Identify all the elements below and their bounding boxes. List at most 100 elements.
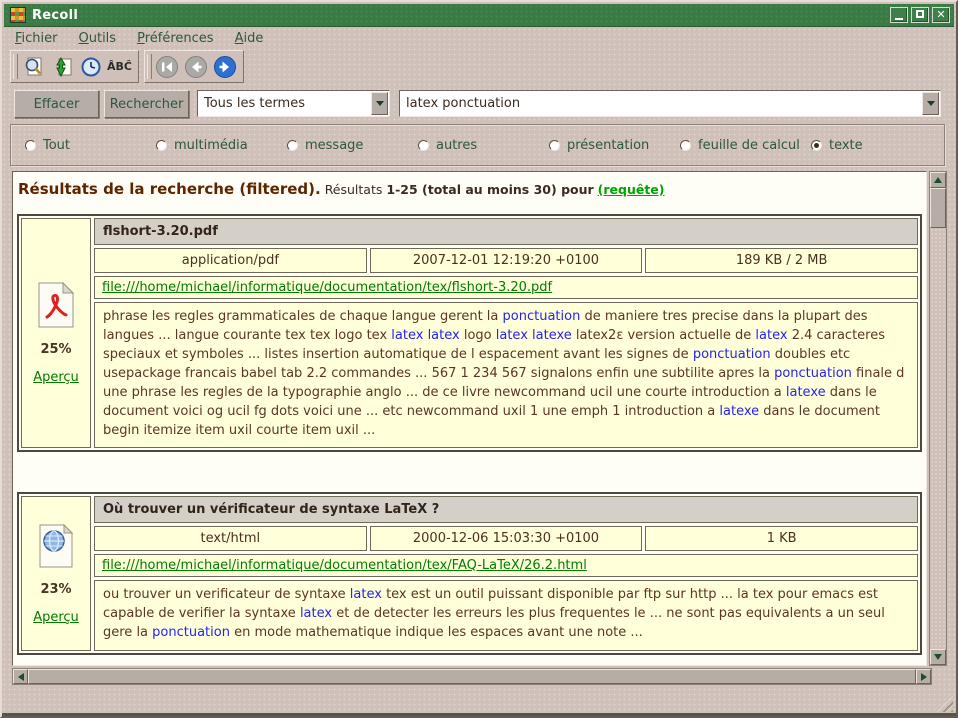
recoll-window: Recoll ✕ Fichier Outils Préférences Aide	[0, 0, 958, 718]
first-page-button[interactable]	[153, 54, 180, 80]
filter-option-feuille-de-calcul[interactable]: feuille de calcul	[680, 138, 811, 153]
term-explorer-button[interactable]: ÂBĈ	[106, 54, 133, 80]
results-summary-detail: 1-25 (total au moins 30) pour	[386, 182, 593, 197]
maximize-icon	[916, 10, 924, 18]
radio-icon[interactable]	[418, 140, 429, 151]
html-file-icon	[37, 523, 75, 569]
scroll-down-button[interactable]	[930, 649, 946, 665]
filter-option-message[interactable]: message	[287, 138, 418, 153]
highlighted-term: latexe	[719, 404, 759, 419]
highlighted-term: ponctuation	[774, 366, 852, 381]
clear-button[interactable]: Effacer	[14, 90, 99, 118]
filter-option-label: multimédia	[174, 138, 248, 153]
radio-icon[interactable]	[680, 140, 691, 151]
recoll-app-icon	[10, 7, 26, 23]
radio-icon[interactable]	[549, 140, 560, 151]
filter-option-label: présentation	[567, 138, 649, 153]
search-mode-value: Tous les termes	[198, 96, 389, 111]
relevance-percent: 23%	[40, 582, 71, 597]
radio-selected-icon[interactable]	[811, 140, 822, 151]
menu-outils[interactable]: Outils	[79, 31, 117, 46]
filter-option-label: autres	[436, 138, 477, 153]
scroll-right-button[interactable]	[916, 669, 931, 684]
horizontal-scrollbar	[12, 668, 932, 685]
result-snippet: phrase les regles grammaticales de chaqu…	[94, 302, 918, 448]
chevron-down-icon[interactable]	[922, 92, 939, 115]
result-url-link[interactable]: file:///home/michael/informatique/docume…	[102, 558, 587, 573]
query-link[interactable]: (requête)	[598, 182, 665, 197]
preview-link[interactable]: Aperçu	[33, 370, 79, 385]
result-title: Où trouver un vérificateur de syntaxe La…	[94, 496, 918, 523]
maximize-button[interactable]	[911, 7, 929, 23]
result-title: flshort-3.20.pdf	[94, 218, 918, 245]
filter-option-label: Tout	[43, 138, 70, 153]
result-url-link[interactable]: file:///home/michael/informatique/docume…	[102, 280, 552, 295]
minimize-icon	[895, 18, 903, 20]
vertical-scroll-thumb[interactable]	[930, 188, 946, 228]
sort-update-button[interactable]	[48, 54, 75, 80]
filter-option-présentation[interactable]: présentation	[549, 138, 680, 153]
arrow-left-icon	[14, 673, 24, 681]
menu-bar: Fichier Outils Préférences Aide	[4, 27, 954, 50]
highlighted-term: latex	[755, 328, 787, 343]
filter-option-tout[interactable]: Tout	[25, 138, 156, 153]
close-button[interactable]: ✕	[932, 7, 950, 23]
menu-fichier[interactable]: Fichier	[15, 31, 58, 46]
previous-page-button[interactable]	[182, 54, 209, 80]
radio-icon[interactable]	[156, 140, 167, 151]
result-url-row: file:///home/michael/informatique/docume…	[94, 554, 918, 577]
filter-option-label: texte	[829, 138, 863, 153]
result-size: 1 KB	[645, 526, 918, 551]
vertical-scroll-track[interactable]	[930, 228, 946, 649]
scroll-left-button[interactable]	[13, 669, 28, 684]
result-size: 189 KB / 2 MB	[645, 248, 918, 273]
menu-aide[interactable]: Aide	[235, 31, 264, 46]
highlighted-term: ponctuation	[152, 625, 230, 640]
arrow-right-icon	[921, 673, 931, 681]
resize-grip[interactable]	[937, 696, 953, 712]
highlighted-term: latex	[428, 328, 460, 343]
search-mode-select[interactable]: Tous les termes	[197, 90, 390, 117]
preview-link[interactable]: Aperçu	[33, 610, 79, 625]
toolbar-group-nav	[144, 50, 244, 83]
scroll-up-button[interactable]	[930, 172, 946, 188]
next-page-button[interactable]	[211, 54, 238, 80]
window-title: Recoll	[32, 8, 78, 23]
result-url-row: file:///home/michael/informatique/docume…	[94, 276, 918, 299]
highlighted-term: latexe	[532, 328, 572, 343]
history-clock-button[interactable]	[77, 54, 104, 80]
filter-option-autres[interactable]: autres	[418, 138, 549, 153]
result-snippet: ou trouver un verificateur de syntaxe la…	[94, 580, 918, 651]
term-explorer-icon: ÂBĈ	[107, 60, 132, 73]
radio-icon[interactable]	[25, 140, 36, 151]
minimize-button[interactable]	[890, 7, 908, 23]
filter-option-label: feuille de calcul	[698, 138, 800, 153]
title-bar: Recoll ✕	[4, 4, 954, 27]
radio-icon[interactable]	[287, 140, 298, 151]
chevron-down-icon[interactable]	[371, 92, 388, 115]
history-clock-icon	[80, 56, 102, 78]
horizontal-scroll-thumb[interactable]	[28, 669, 916, 684]
highlighted-term: latex	[496, 328, 528, 343]
arrow-up-icon	[934, 173, 942, 183]
result-1-body: flshort-3.20.pdf application/pdf 2007-12…	[94, 218, 918, 448]
highlighted-term: latexe	[786, 385, 826, 400]
results-area: Résultats de la recherche (filtered). Ré…	[12, 171, 927, 666]
results-header: Résultats de la recherche (filtered). Ré…	[18, 180, 923, 198]
sort-update-icon	[51, 56, 73, 78]
result-1-side: 25% Aperçu	[21, 218, 91, 448]
toolbar-group-main: ÂBĈ	[10, 50, 139, 83]
search-input[interactable]	[400, 96, 940, 111]
filter-option-texte[interactable]: texte	[811, 138, 863, 153]
filter-bar: Tout multimédia message autres présentation f…	[10, 124, 945, 166]
menu-preferences[interactable]: Préférences	[137, 31, 213, 46]
results-summary-label: Résultats	[325, 182, 383, 197]
document-preview-button[interactable]	[19, 54, 46, 80]
filter-option-multimédia[interactable]: multimédia	[156, 138, 287, 153]
search-button[interactable]: Rechercher	[104, 90, 189, 118]
highlighted-term: latex	[300, 606, 332, 621]
highlighted-term: latex	[350, 587, 382, 602]
toolbar: ÂBĈ	[10, 50, 244, 83]
highlighted-term: ponctuation	[693, 347, 771, 362]
results-heading: Résultats de la recherche (filtered).	[18, 180, 321, 198]
